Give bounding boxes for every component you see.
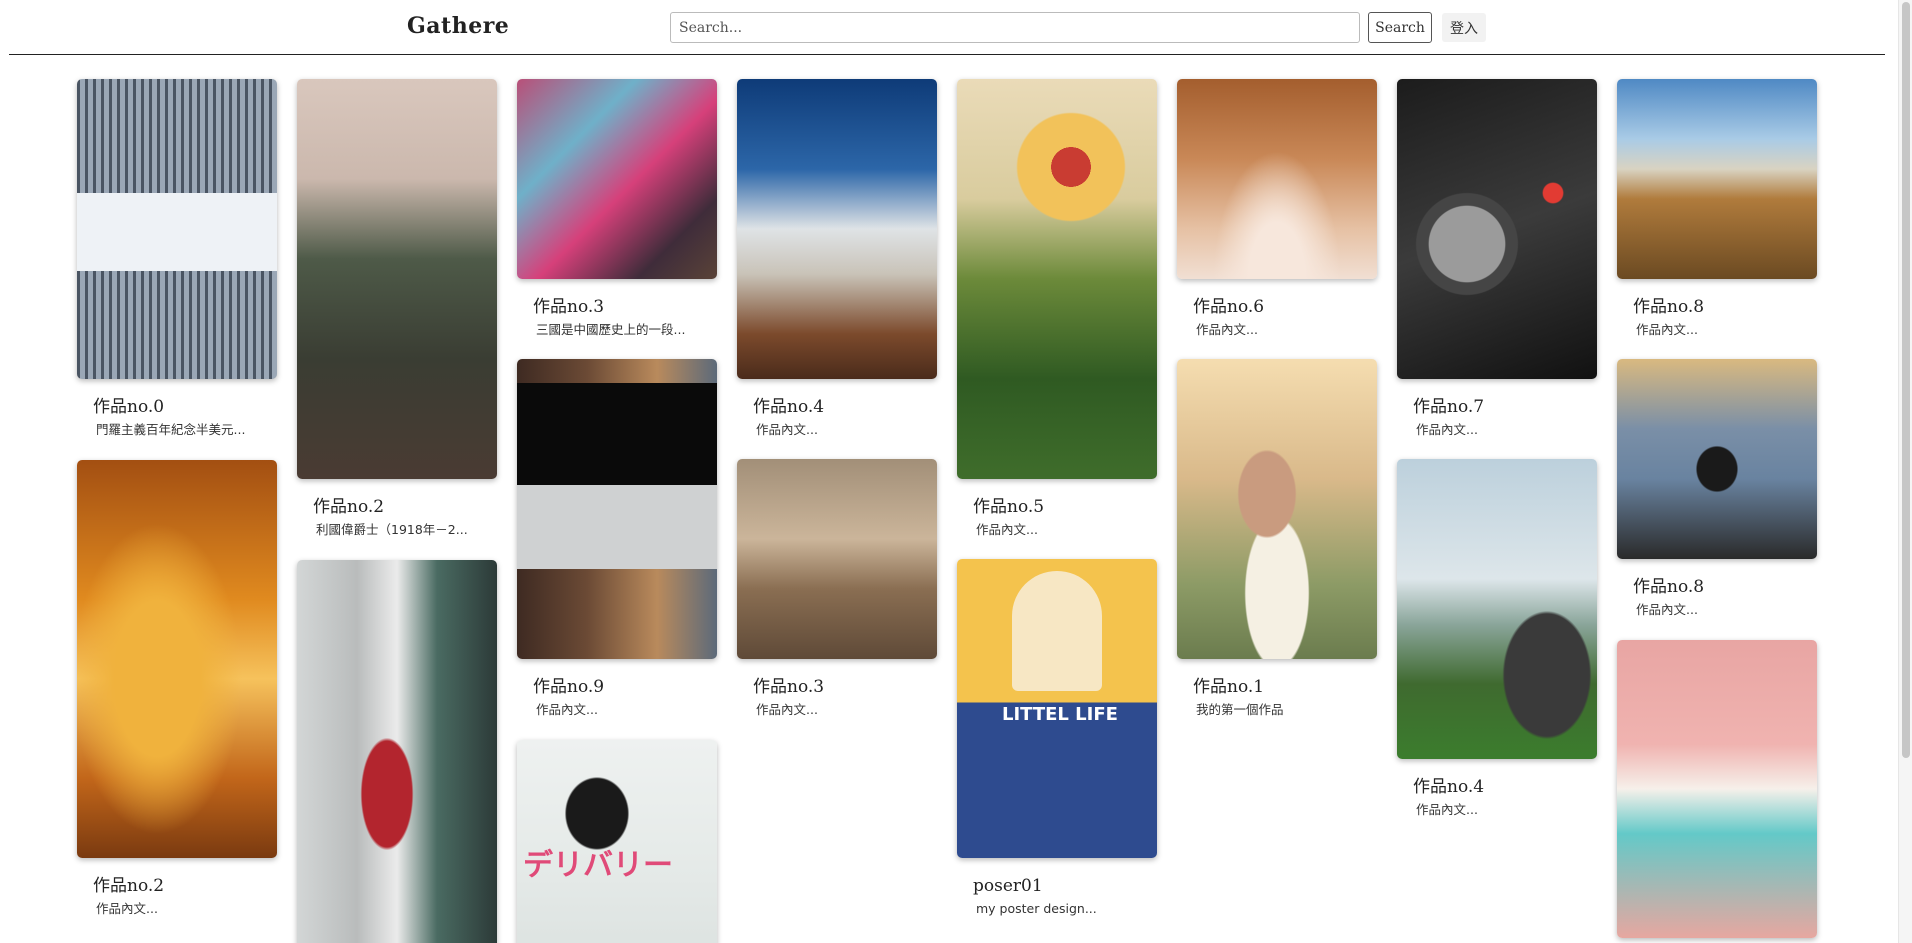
work-title[interactable]: 作品no.8 [1633,577,1817,597]
work-description: 作品內文... [1196,322,1258,337]
work-card[interactable]: 作品no.8 作品內文... [1617,79,1817,338]
work-title[interactable]: 作品no.4 [1413,777,1597,797]
work-card[interactable]: 作品no.6 作品內文... [1177,79,1377,338]
work-card[interactable]: 作品no.9 作品內文... [517,359,717,718]
brand-logo[interactable]: Gathere [407,13,509,39]
scrollbar-thumb[interactable] [1902,2,1910,758]
work-card[interactable]: 作品no.4 作品內文... [737,79,937,438]
work-card[interactable]: 作品no.3 作品內文... [737,459,937,718]
work-description: my poster design... [976,901,1097,916]
work-image[interactable] [77,79,277,379]
work-description: 三國是中國歷史上的一段... [536,322,686,337]
work-image[interactable] [1617,79,1817,279]
work-card[interactable]: 作品no.2 利國偉爵士（1918年－2... [297,79,497,538]
work-description: 門羅主義百年紀念半美元... [96,422,246,437]
work-image[interactable] [957,79,1157,479]
work-image[interactable] [1397,79,1597,379]
work-title[interactable]: 作品no.6 [1193,297,1377,317]
work-card[interactable]: 作品no.4 作品內文... [1397,459,1597,818]
work-description: 我的第一個作品 [1196,702,1284,717]
work-image[interactable] [1617,640,1817,938]
work-image[interactable] [1397,459,1597,759]
work-description: 作品內文... [976,522,1038,537]
work-card[interactable]: 作品no.8 作品內文... [1617,359,1817,618]
work-image[interactable] [737,459,937,659]
work-card[interactable]: 作品no.1 我的第一個作品 [1177,359,1377,718]
vertical-scrollbar[interactable] [1898,0,1912,943]
work-description: 作品內文... [756,422,818,437]
work-card[interactable]: 作品no.5 作品內文... [957,79,1157,538]
work-description: 作品內文... [1636,602,1698,617]
work-title[interactable]: 作品no.7 [1413,397,1597,417]
search-input[interactable] [670,12,1360,43]
work-title[interactable]: poser01 [973,876,1157,896]
work-card[interactable]: 作品no.7 作品內文... [1397,79,1597,438]
work-title[interactable]: 作品no.3 [753,677,937,697]
work-image[interactable] [517,359,717,659]
work-title[interactable]: 作品no.1 [1193,677,1377,697]
work-card[interactable] [297,560,497,943]
work-title[interactable]: 作品no.3 [533,297,717,317]
work-title[interactable]: 作品no.4 [753,397,937,417]
work-card[interactable]: poser01 my poster design... [957,559,1157,917]
work-image[interactable] [517,740,717,943]
work-description: 作品內文... [1636,322,1698,337]
work-image[interactable] [297,79,497,479]
work-image[interactable] [737,79,937,379]
work-title[interactable]: 作品no.0 [93,397,277,417]
work-description: 利國偉爵士（1918年－2... [316,522,468,537]
work-image[interactable] [957,559,1157,858]
top-navbar: Gathere Search 登入 [0,0,1912,56]
header-divider [9,54,1885,55]
search-button[interactable]: Search [1368,12,1432,43]
work-image[interactable] [1177,79,1377,279]
work-image[interactable] [517,79,717,279]
work-description: 作品內文... [536,702,598,717]
work-description: 作品內文... [1416,422,1478,437]
work-card[interactable]: 作品no.0 門羅主義百年紀念半美元... [77,79,277,438]
work-description: 作品內文... [1416,802,1478,817]
work-title[interactable]: 作品no.9 [533,677,717,697]
work-description: 作品內文... [756,702,818,717]
work-title[interactable]: 作品no.8 [1633,297,1817,317]
work-card[interactable] [517,740,717,943]
work-title[interactable]: 作品no.2 [313,497,497,517]
work-image[interactable] [77,460,277,858]
work-card[interactable] [1617,640,1817,938]
work-image[interactable] [1177,359,1377,659]
work-description: 作品內文... [96,901,158,916]
work-image[interactable] [1617,359,1817,559]
work-image[interactable] [297,560,497,943]
login-button[interactable]: 登入 [1442,13,1486,42]
work-card[interactable]: 作品no.3 三國是中國歷史上的一段... [517,79,717,338]
work-card[interactable]: 作品no.2 作品內文... [77,460,277,917]
work-title[interactable]: 作品no.2 [93,876,277,896]
work-title[interactable]: 作品no.5 [973,497,1157,517]
